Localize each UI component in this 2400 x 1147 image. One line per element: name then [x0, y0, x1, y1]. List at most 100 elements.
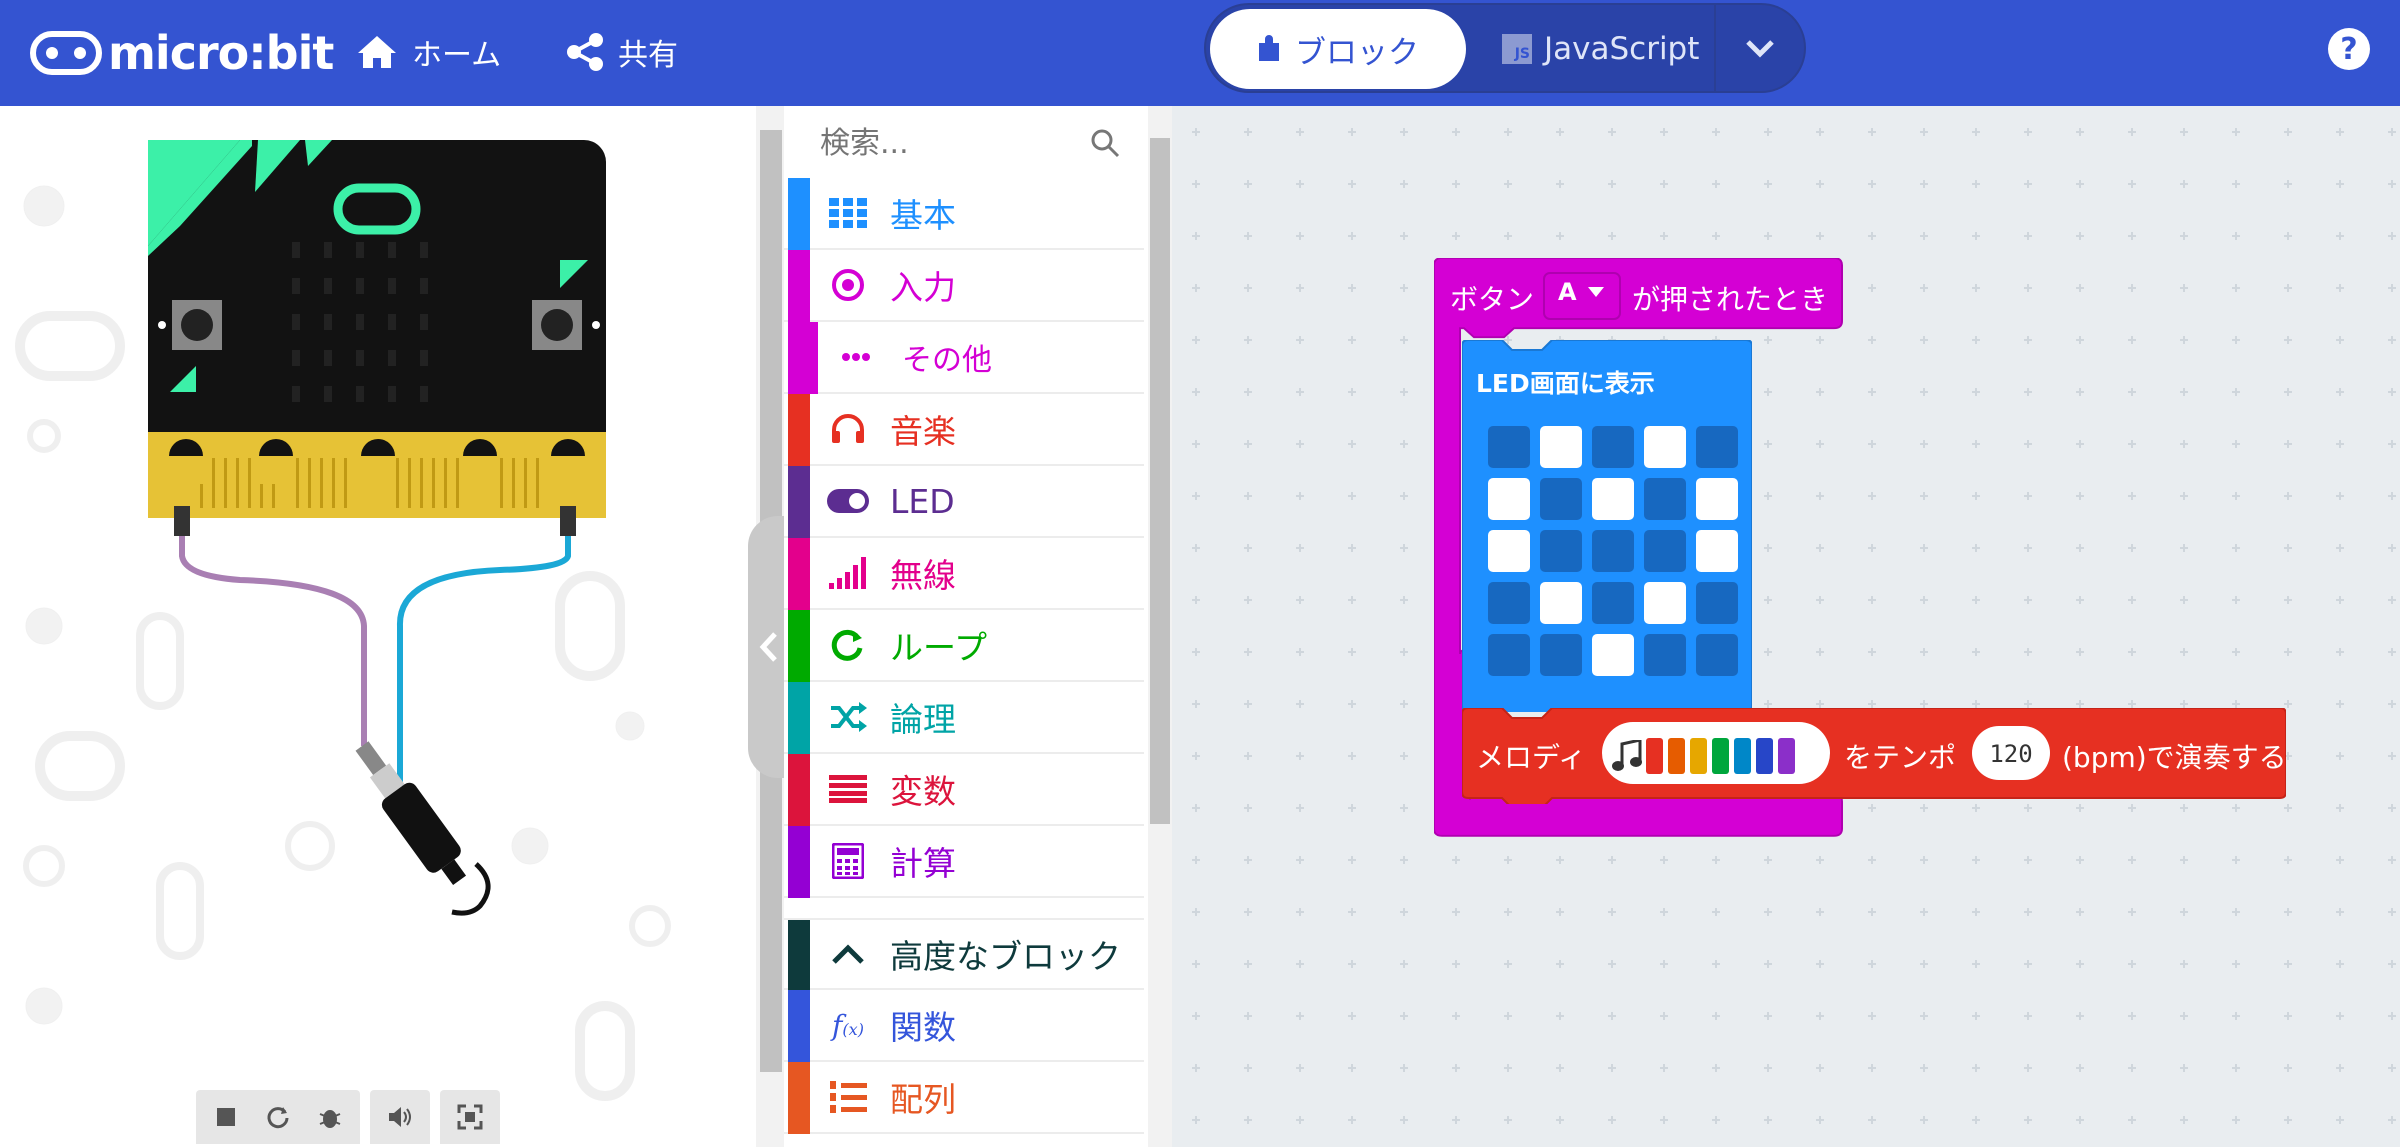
led-cell[interactable] [1488, 530, 1530, 572]
toolbox-search [784, 106, 1144, 178]
led-cell[interactable] [1696, 530, 1738, 572]
category-logic[interactable]: 論理 [784, 682, 1144, 754]
category-label: 計算 [890, 844, 956, 883]
category-variables[interactable]: 変数 [784, 754, 1144, 826]
block-workspace[interactable]: ボタン A が押されたとき LED画面に表示 メロディ をテンポ 120 (bp… [1172, 106, 2400, 1147]
simulator-controls [196, 1090, 510, 1144]
led-cell[interactable] [1540, 634, 1582, 676]
toolbox: 基本 入力 その他 音楽 LED 無線 [784, 106, 1144, 1147]
javascript-tab[interactable]: JS JavaScript [1502, 9, 1699, 89]
category-label: 高度なブロック [890, 937, 1121, 976]
more-icon [834, 335, 878, 379]
microbit-logo[interactable]: micro:bit [30, 22, 334, 84]
led-cell[interactable] [1592, 530, 1634, 572]
simulator-panel [0, 106, 758, 1147]
debug-button[interactable] [304, 1090, 356, 1144]
microbit-board [148, 140, 606, 518]
melody-note [1734, 738, 1751, 774]
stop-icon [217, 1108, 235, 1126]
mute-button[interactable] [374, 1090, 426, 1144]
category-radio[interactable]: 無線 [784, 538, 1144, 610]
calculator-icon [826, 839, 870, 883]
share-button[interactable]: 共有 [566, 24, 678, 80]
target-icon [826, 263, 870, 307]
category-functions[interactable]: f(x) 関数 [784, 990, 1144, 1062]
led-cell[interactable] [1488, 478, 1530, 520]
category-label: 関数 [890, 1008, 956, 1047]
category-input[interactable]: 入力 [784, 250, 1144, 322]
led-cell[interactable] [1696, 634, 1738, 676]
melody-note [1646, 738, 1663, 774]
search-input[interactable] [818, 122, 1072, 164]
event-prefix-label: ボタン [1450, 283, 1535, 316]
collapse-simulator-button[interactable] [748, 516, 788, 778]
melody-picker[interactable] [1612, 738, 1800, 774]
restart-button[interactable] [252, 1090, 304, 1144]
category-label: 基本 [890, 196, 956, 235]
category-advanced[interactable]: 高度なブロック [784, 918, 1144, 992]
led-cell[interactable] [1540, 582, 1582, 624]
category-arrays[interactable]: 配列 [784, 1062, 1144, 1134]
button-select-dropdown[interactable]: A [1558, 278, 1605, 306]
led-cell[interactable] [1592, 426, 1634, 468]
logo-text: micro:bit [108, 26, 334, 80]
category-label: 配列 [890, 1080, 956, 1119]
tempo-input[interactable]: 120 [1972, 740, 2050, 768]
play-label: (bpm)で演奏する [2062, 741, 2287, 774]
led-cell[interactable] [1644, 634, 1686, 676]
category-basic[interactable]: 基本 [784, 178, 1144, 250]
led-cell[interactable] [1488, 582, 1530, 624]
dropdown-caret-icon [1587, 287, 1604, 297]
shuffle-icon [826, 695, 870, 739]
mute-icon [389, 1107, 411, 1127]
js-icon: JS [1502, 34, 1532, 64]
lines-icon [826, 767, 870, 811]
help-button[interactable]: ? [2328, 28, 2370, 70]
led-cell[interactable] [1644, 426, 1686, 468]
fullscreen-button[interactable] [444, 1090, 496, 1144]
simulator-background [15, 140, 671, 1101]
category-label: ループ [890, 628, 988, 667]
led-cell[interactable] [1592, 478, 1634, 520]
toolbox-scrollbar[interactable] [1150, 138, 1170, 824]
led-grid [1488, 426, 1744, 682]
led-cell[interactable] [1592, 582, 1634, 624]
led-cell[interactable] [1488, 634, 1530, 676]
led-cell[interactable] [1540, 478, 1582, 520]
language-dropdown[interactable] [1714, 5, 1804, 91]
category-music[interactable]: 音楽 [784, 394, 1144, 466]
blocks-tab[interactable]: ブロック [1210, 9, 1466, 89]
category-math[interactable]: 計算 [784, 826, 1144, 898]
restart-icon [267, 1107, 289, 1129]
led-cell[interactable] [1540, 426, 1582, 468]
tempo-label: をテンポ [1844, 741, 1957, 774]
led-cell[interactable] [1540, 530, 1582, 572]
category-led[interactable]: LED [784, 466, 1144, 538]
editor-mode-switch: ブロック JS JavaScript [1204, 3, 1806, 93]
category-input-more[interactable]: その他 [784, 322, 1144, 394]
led-cell[interactable] [1644, 530, 1686, 572]
led-cell[interactable] [1696, 478, 1738, 520]
search-icon[interactable] [1090, 128, 1120, 158]
chevron-left-icon [759, 632, 777, 662]
stop-button[interactable] [200, 1090, 252, 1144]
share-label: 共有 [618, 38, 678, 73]
fullscreen-icon [457, 1104, 483, 1130]
list-icon [826, 1075, 870, 1119]
category-loops[interactable]: ループ [784, 610, 1144, 682]
home-button[interactable]: ホーム [356, 24, 501, 80]
top-bar: micro:bit ホーム 共有 ブロック JS JavaScript ? [0, 0, 2400, 106]
javascript-tab-label: JavaScript [1544, 31, 1700, 67]
category-label: 入力 [890, 268, 956, 307]
led-cell[interactable] [1644, 582, 1686, 624]
led-cell[interactable] [1592, 634, 1634, 676]
led-cell[interactable] [1696, 582, 1738, 624]
grid-icon [826, 191, 870, 235]
led-cell[interactable] [1488, 426, 1530, 468]
led-cell[interactable] [1696, 426, 1738, 468]
led-cell[interactable] [1644, 478, 1686, 520]
melody-note [1668, 738, 1685, 774]
debug-icon [319, 1110, 341, 1128]
category-label: 無線 [890, 556, 956, 595]
microbit-logo-icon [30, 31, 102, 75]
